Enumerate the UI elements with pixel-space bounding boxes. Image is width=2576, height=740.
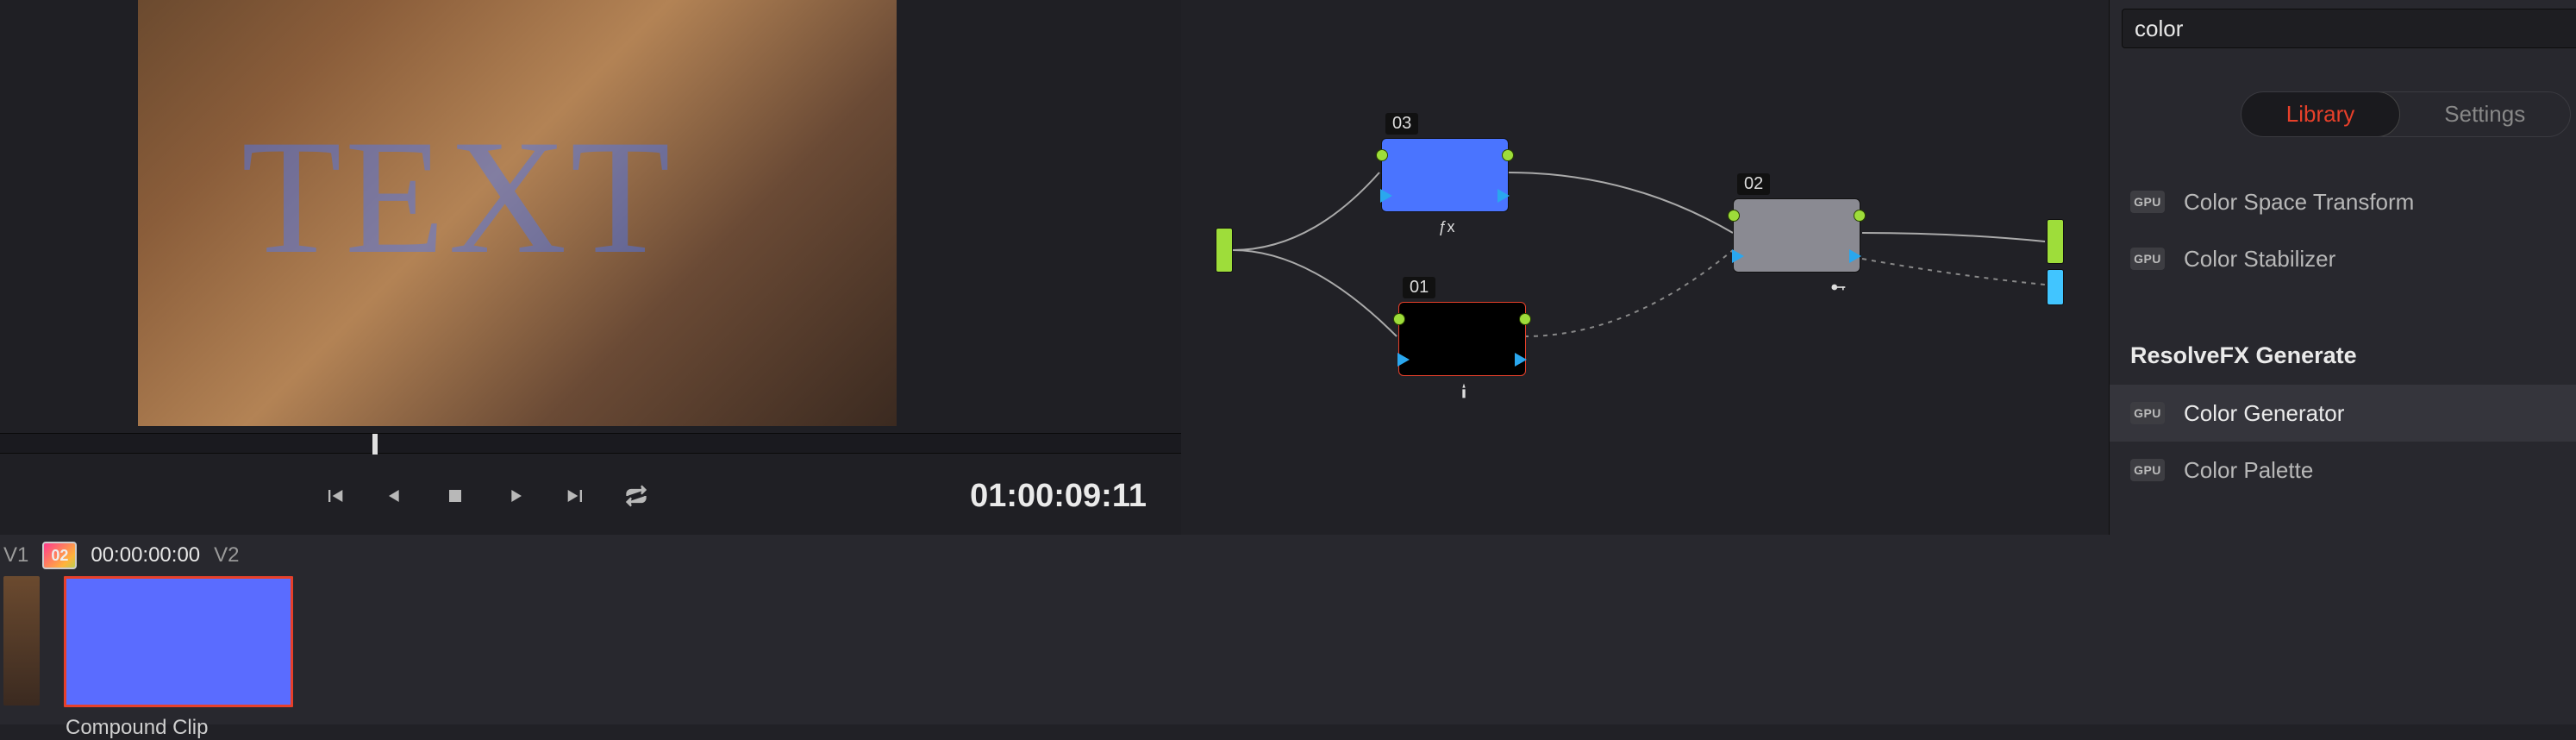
node-output-main[interactable] — [2047, 219, 2064, 264]
node-01-label: 01 — [1403, 277, 1435, 298]
effects-list: GPU Color Space Transform GPU Color Stab… — [2110, 173, 2576, 499]
clip-thumb-label: Compound Clip — [64, 716, 208, 740]
fx-item-label: Color Space Transform — [2184, 189, 2414, 216]
fx-item-label: Color Palette — [2184, 457, 2313, 484]
strip-header: V1 02 00:00:00:00 V2 — [0, 535, 2576, 576]
viewer-timecode[interactable]: 01:00:09:11 — [970, 478, 1147, 515]
gpu-badge: GPU — [2130, 459, 2165, 481]
fx-item-label: Color Stabilizer — [2184, 246, 2335, 273]
fx-color-palette[interactable]: GPU Color Palette — [2110, 442, 2576, 499]
clip-thumb-small[interactable] — [3, 576, 40, 706]
strip-timecode[interactable]: 00:00:00:00 — [91, 543, 200, 568]
fx-color-space-transform[interactable]: GPU Color Space Transform — [2110, 173, 2576, 230]
effects-panel: Library Settings GPU Color Space Transfo… — [2109, 0, 2576, 552]
node-02[interactable]: 02 — [1733, 198, 1860, 273]
track-badge[interactable]: 02 — [42, 542, 77, 569]
viewer-panel: TEXT 01:00:09:11 — [0, 0, 1181, 535]
effects-search-input[interactable] — [2122, 9, 2576, 48]
fx-section-heading: ResolveFX Generate — [2110, 317, 2576, 385]
fx-color-stabilizer[interactable]: GPU Color Stabilizer — [2110, 230, 2576, 287]
transport-bar: 01:00:09:11 — [0, 466, 1181, 526]
fx-icon: ƒx — [1437, 218, 1456, 237]
viewer-scrubber[interactable] — [0, 433, 1181, 454]
step-back-button[interactable] — [379, 480, 410, 511]
dropper-icon — [1454, 382, 1473, 401]
effects-tab-pill: Library Settings — [2241, 91, 2571, 137]
node-wires — [1181, 0, 2104, 535]
clip-thumb-compound[interactable]: Compound Clip — [64, 576, 293, 740]
node-graph[interactable]: 03 ƒx 01 02 — [1181, 0, 2104, 535]
next-clip-button[interactable] — [560, 480, 591, 511]
node-output-alpha[interactable] — [2047, 269, 2064, 305]
fx-item-label: Color Generator — [2184, 400, 2344, 427]
gpu-badge: GPU — [2130, 191, 2165, 213]
tab-library[interactable]: Library — [2241, 91, 2400, 137]
prev-clip-button[interactable] — [319, 480, 350, 511]
viewer-image[interactable]: TEXT — [138, 0, 897, 426]
gpu-badge: GPU — [2130, 402, 2165, 424]
tab-settings[interactable]: Settings — [2399, 92, 2570, 136]
fx-color-generator[interactable]: GPU Color Generator — [2110, 385, 2576, 442]
node-input[interactable] — [1216, 228, 1233, 273]
node-03-label: 03 — [1385, 113, 1418, 135]
thumbnail-strip: V1 02 00:00:00:00 V2 Compound Clip — [0, 535, 2576, 724]
loop-button[interactable] — [621, 480, 652, 511]
viewer-overlay-text: TEXT — [241, 103, 673, 292]
key-icon — [1829, 279, 1848, 298]
play-button[interactable] — [500, 480, 531, 511]
node-03[interactable]: 03 ƒx — [1381, 138, 1509, 212]
stop-button[interactable] — [440, 480, 471, 511]
node-02-label: 02 — [1737, 173, 1770, 195]
track-v1-label[interactable]: V1 — [3, 543, 28, 568]
gpu-badge: GPU — [2130, 248, 2165, 270]
track-v2-label[interactable]: V2 — [214, 543, 239, 568]
playhead[interactable] — [372, 434, 378, 455]
node-01[interactable]: 01 — [1398, 302, 1526, 376]
